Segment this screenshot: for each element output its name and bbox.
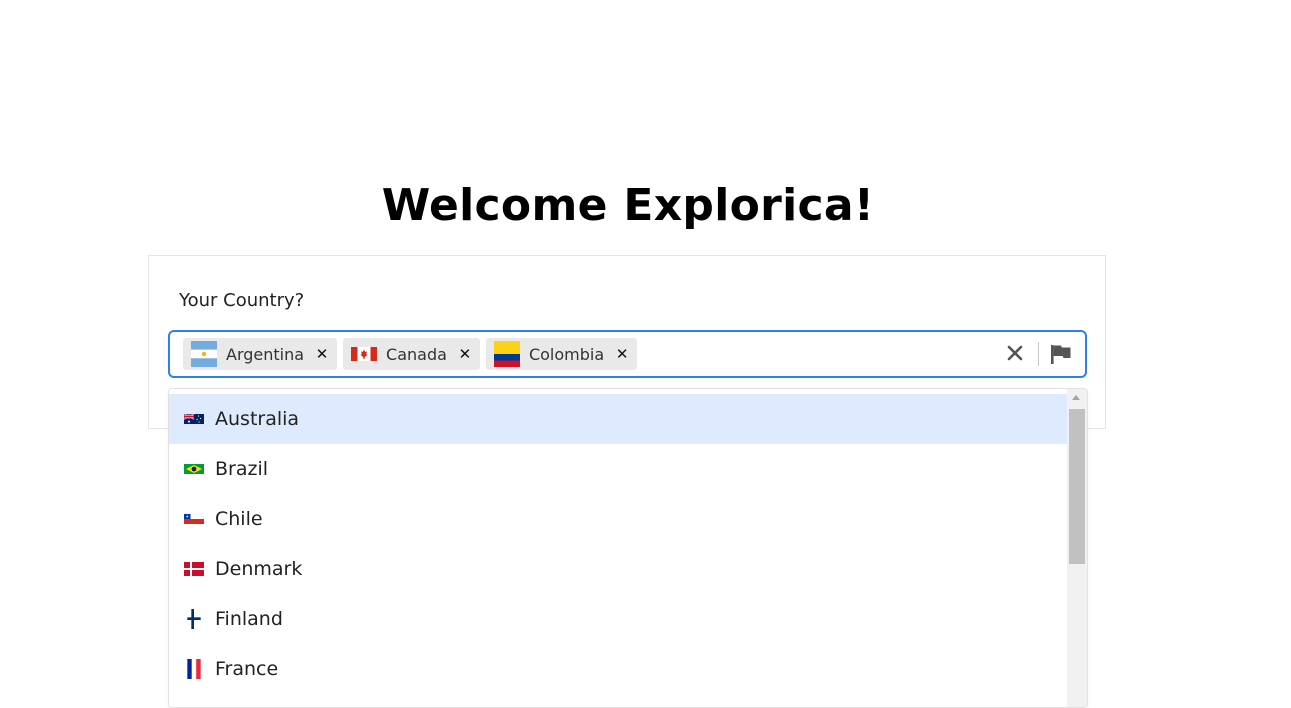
canada-flag-icon <box>351 347 378 361</box>
finland-flag-icon <box>187 609 201 629</box>
chip-label: Argentina <box>226 344 305 364</box>
menu-scrollbar[interactable] <box>1067 389 1087 707</box>
chip-label: Colombia <box>528 344 605 364</box>
remove-canada-button[interactable]: ✕ <box>458 345 472 363</box>
brazil-flag-icon <box>184 464 204 474</box>
country-options-menu: Australia Brazil Chile Denmark Finland F… <box>168 388 1088 708</box>
france-flag-icon <box>187 659 201 679</box>
chip-colombia: Colombia ✕ <box>485 338 638 370</box>
chile-flag-icon <box>184 513 204 524</box>
option-brazil[interactable]: Brazil <box>169 444 1067 494</box>
australia-flag-icon <box>184 413 204 424</box>
option-finland[interactable]: Finland <box>169 594 1067 644</box>
argentina-flag-icon <box>191 341 217 367</box>
scrollbar-thumb[interactable] <box>1069 409 1085 564</box>
country-field-label: Your Country? <box>179 290 305 311</box>
option-label: Finland <box>215 608 283 630</box>
option-australia[interactable]: Australia <box>169 394 1067 444</box>
chip-canada: Canada ✕ <box>343 338 480 370</box>
options-list: Australia Brazil Chile Denmark Finland F… <box>169 394 1067 694</box>
option-france[interactable]: France <box>169 644 1067 694</box>
country-multiselect[interactable]: Argentina ✕ Canada ✕ Colombia ✕ <box>168 330 1087 378</box>
option-chile[interactable]: Chile <box>169 494 1067 544</box>
close-icon[interactable] <box>1005 343 1025 363</box>
remove-colombia-button[interactable]: ✕ <box>615 345 629 363</box>
denmark-flag-icon <box>184 562 204 576</box>
scroll-up-arrow-icon[interactable] <box>1072 395 1080 400</box>
selected-values: Argentina ✕ Canada ✕ Colombia ✕ <box>183 338 638 370</box>
flag-icon[interactable] <box>1049 343 1073 365</box>
indicator-separator <box>1038 342 1039 366</box>
remove-argentina-button[interactable]: ✕ <box>315 345 329 363</box>
option-label: France <box>215 658 279 680</box>
chip-label: Canada <box>386 344 447 364</box>
colombia-flag-icon <box>493 341 520 367</box>
option-label: Chile <box>215 508 263 530</box>
option-denmark[interactable]: Denmark <box>169 544 1067 594</box>
chip-argentina: Argentina ✕ <box>183 338 338 370</box>
page-title: Welcome Explorica! <box>381 180 875 231</box>
option-label: Denmark <box>215 558 303 580</box>
option-label: Brazil <box>215 458 269 480</box>
option-label: Australia <box>215 408 300 430</box>
